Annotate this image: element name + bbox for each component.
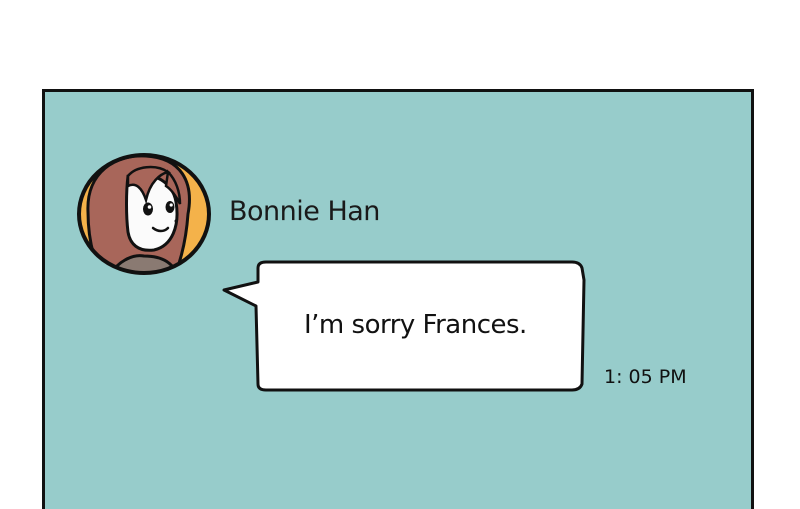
avatar[interactable] (76, 152, 212, 276)
message-timestamp: 1: 05 PM (604, 366, 687, 388)
sender-name: Bonnie Han (229, 196, 380, 227)
message-text: I’m sorry Frances. (304, 310, 527, 340)
